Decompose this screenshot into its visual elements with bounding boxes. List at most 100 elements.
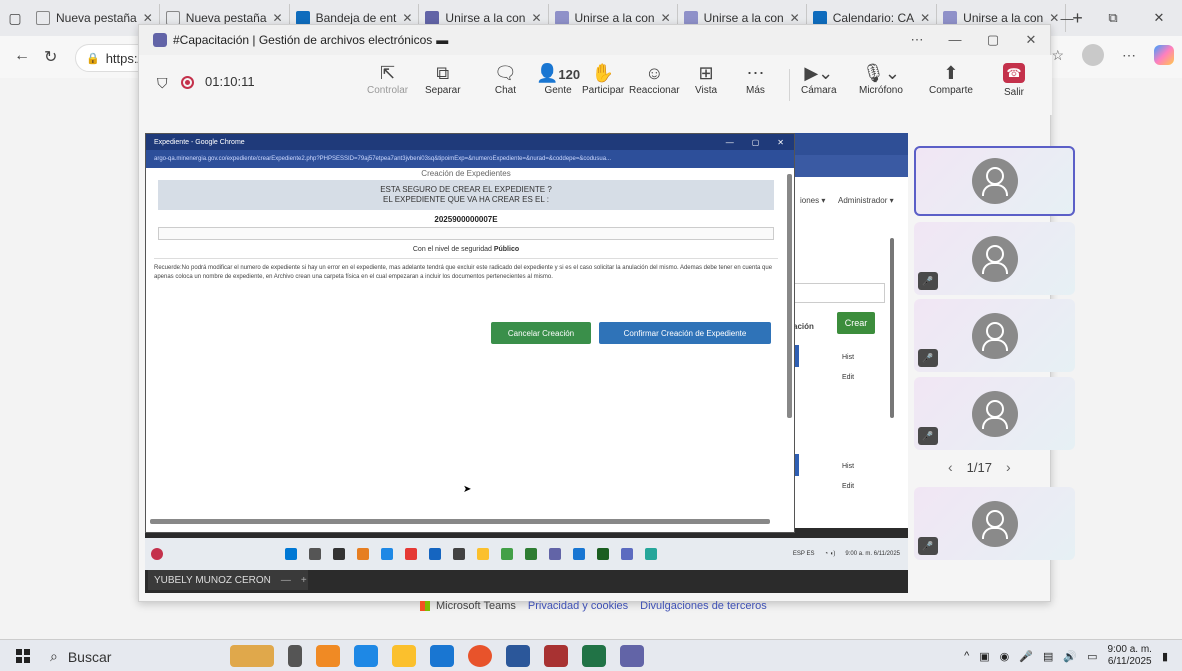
tab-label: Bandeja de ent	[315, 11, 397, 25]
profile-avatar-icon[interactable]	[1082, 44, 1104, 66]
battery-icon[interactable]: ▭	[1087, 650, 1097, 663]
volume-icon[interactable]: 🔊	[1063, 650, 1077, 663]
expediente-field	[158, 227, 774, 240]
privacy-link[interactable]: Privacidad y cookies	[528, 600, 628, 612]
chevron-up-icon[interactable]: ^	[964, 650, 969, 662]
confirm-subtext: EL EXPEDIENTE QUE VA HA CREAR ES EL :	[383, 195, 549, 204]
taskbar-apps	[230, 645, 644, 667]
close-tab-icon[interactable]: ✕	[790, 11, 800, 25]
copilot-icon[interactable]	[1154, 45, 1174, 65]
presenter-time: 9:00 a. m.	[845, 551, 873, 557]
chrome-tray-icon[interactable]: ◉	[1000, 650, 1010, 663]
widgets-icon[interactable]	[230, 645, 274, 667]
taskbar-search[interactable]: ⌕ Buscar	[50, 648, 111, 665]
background-row-marker	[795, 454, 799, 476]
separate-button[interactable]: ⧉ Separar	[425, 61, 461, 96]
excel-icon[interactable]	[582, 645, 606, 667]
app-icon[interactable]	[544, 645, 568, 667]
participant-tile[interactable]: 🎤	[914, 487, 1075, 560]
refresh-icon[interactable]: ↻	[44, 47, 57, 67]
teams-icon	[549, 548, 561, 560]
taskview-icon[interactable]	[288, 645, 302, 667]
more-button[interactable]: ⋯ Más	[746, 61, 765, 96]
notifications-icon[interactable]: ▮	[1162, 650, 1168, 663]
file-explorer-icon[interactable]	[392, 645, 416, 667]
search-label: Buscar	[67, 648, 112, 665]
disclosures-link[interactable]: Divulgaciones de terceros	[640, 600, 767, 612]
ellipsis-icon: ⋯	[746, 63, 765, 83]
background-hist-button: Hist	[841, 353, 855, 361]
shared-screen: iones ▾ Administrador ▾ ación Crear Hist…	[145, 133, 908, 593]
start-button[interactable]	[16, 649, 30, 663]
camera-button[interactable]: ▶⌄ Cámara	[801, 61, 837, 96]
popup-vertical-scrollbar	[787, 174, 792, 418]
favorites-icon[interactable]: ☆	[1051, 47, 1064, 64]
teams-minimize-button[interactable]: —	[936, 32, 974, 48]
display-tray-icon[interactable]: ▤	[1043, 650, 1053, 663]
separate-label: Separar	[425, 85, 461, 96]
close-tab-icon[interactable]: ✕	[273, 11, 283, 25]
close-tab-icon[interactable]: ✕	[920, 11, 930, 25]
close-tab-icon[interactable]: ✕	[661, 11, 671, 25]
close-tab-icon[interactable]: ✕	[143, 11, 153, 25]
more-options-icon[interactable]: ⋯	[898, 32, 936, 48]
control-button[interactable]: ⇱ Controlar	[367, 61, 408, 96]
participant-tile[interactable]: 🎤	[914, 299, 1075, 372]
app-tray-icon[interactable]: ▣	[979, 650, 989, 663]
people-button[interactable]: 👤120 Gente	[536, 61, 580, 96]
chat-button[interactable]: 🗨 Chat	[494, 61, 517, 96]
window-controls: — ⧉ ✕	[1044, 0, 1182, 36]
chevron-left-icon[interactable]: ‹	[948, 459, 953, 475]
edge-icon[interactable]	[354, 645, 378, 667]
copilot-app-icon[interactable]	[316, 645, 340, 667]
windows-taskbar: ⌕ Buscar ^ ▣ ◉ 🎤 ▤ 🔊 ▭ 9:00 a. m. 6/11/2…	[0, 639, 1182, 671]
grid-icon: ⊞	[698, 63, 714, 83]
leave-button[interactable]: ☎ Salir	[1003, 61, 1025, 98]
teams-icon[interactable]	[620, 645, 644, 667]
close-tab-icon[interactable]: ✕	[531, 11, 541, 25]
taskbar-clock[interactable]: 9:00 a. m. 6/11/2025	[1107, 644, 1151, 668]
confirm-question: ESTA SEGURO DE CREAR EL EXPEDIENTE ?	[380, 185, 552, 194]
back-arrow-icon[interactable]: ←	[14, 47, 30, 65]
more-label: Más	[746, 85, 765, 96]
tab-label: Unirse a la con	[445, 11, 526, 25]
chat-label: Chat	[494, 85, 516, 96]
excel-icon	[597, 548, 609, 560]
teams-maximize-button[interactable]: ▢	[974, 32, 1012, 48]
avatar	[971, 500, 1018, 547]
mic-muted-icon: 🎤	[918, 272, 938, 290]
security-level-value: Público	[493, 246, 520, 253]
raise-hand-button[interactable]: ✋ Participar	[582, 61, 624, 96]
popup-horizontal-scrollbar	[150, 519, 770, 524]
chrome-icon[interactable]	[468, 645, 492, 667]
microphone-label: Micrófono	[859, 85, 903, 96]
footer-ms-teams: Microsoft Teams	[436, 600, 516, 612]
calendar-icon	[812, 11, 827, 25]
store-icon[interactable]	[430, 645, 454, 667]
participant-tile[interactable]	[914, 146, 1075, 216]
share-button[interactable]: ⬆ Comparte	[929, 61, 973, 96]
avatar	[971, 235, 1018, 282]
react-button[interactable]: ☺ Reaccionar	[629, 61, 680, 96]
close-window-button[interactable]: ✕	[1136, 0, 1182, 36]
chevron-right-icon[interactable]: ›	[1006, 459, 1011, 475]
mic-tray-icon[interactable]: 🎤	[1019, 650, 1033, 663]
wifi-icon: ◔ ◖)	[824, 551, 836, 557]
participant-tile[interactable]: 🎤	[914, 222, 1075, 295]
word-icon[interactable]	[506, 645, 530, 667]
microphone-button[interactable]: 🎙⌄ Micrófono	[859, 61, 903, 96]
participant-tile[interactable]: 🎤	[914, 377, 1075, 450]
shield-icon: ⛉	[157, 75, 168, 91]
tab-favicon-icon	[36, 11, 50, 25]
zoom-out-icon[interactable]: —	[281, 575, 291, 586]
clock-time: 9:00 a. m.	[1107, 644, 1152, 655]
share-icon: ⬆	[943, 63, 959, 83]
restore-button[interactable]: ⧉	[1090, 0, 1136, 36]
more-icon[interactable]: ⋯	[1122, 47, 1136, 64]
zoom-in-icon[interactable]: +	[301, 575, 307, 586]
view-button[interactable]: ⊞ Vista	[695, 61, 717, 96]
tab-actions-icon[interactable]: ▢	[0, 10, 30, 27]
share-label: Comparte	[929, 85, 973, 96]
close-tab-icon[interactable]: ✕	[402, 11, 412, 25]
teams-close-button[interactable]: ✕	[1012, 32, 1050, 48]
